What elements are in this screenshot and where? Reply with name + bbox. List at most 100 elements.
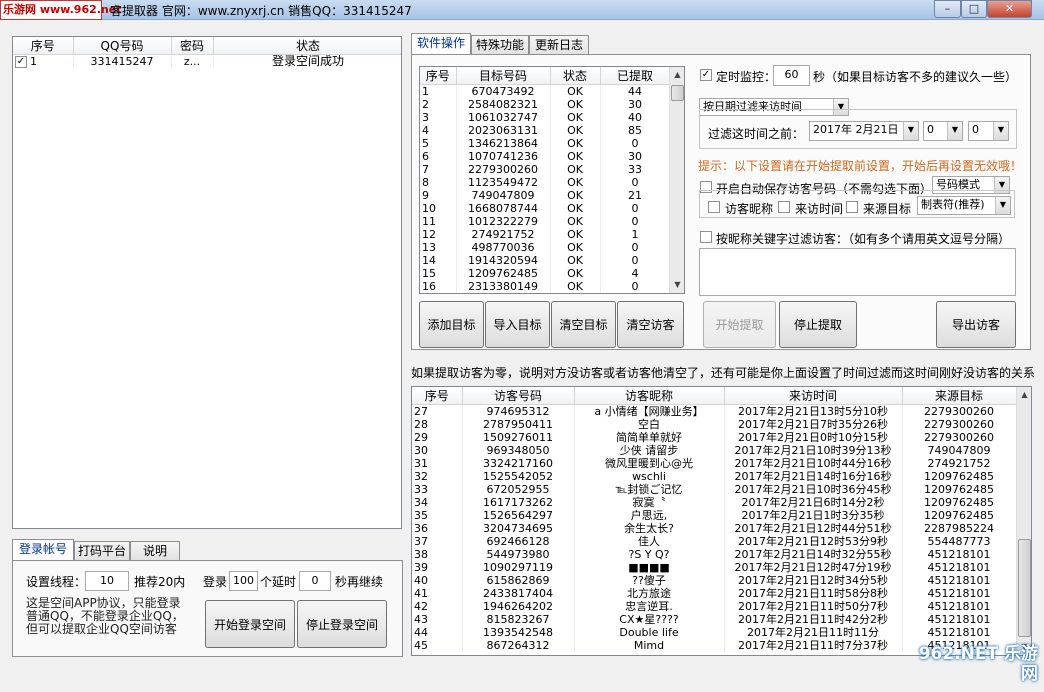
visit-time-checkbox[interactable] <box>778 201 790 213</box>
table-row[interactable]: 6 1070741236 OK 30 <box>420 150 671 163</box>
table-row[interactable]: 43 815823267 CX★星???? 2017年2月21日11时42分2秒 451… <box>412 613 1017 626</box>
table-row[interactable]: 29 1509276011 简简单单就好 2017年2月21日0时10分15秒 2279… <box>412 431 1017 444</box>
clear-visitor-button[interactable]: 清空访客 <box>617 301 684 348</box>
scroll-thumb[interactable] <box>671 85 684 101</box>
table-row[interactable]: 12 274921752 OK 1 <box>420 228 671 241</box>
table-row[interactable]: 8 1123549472 OK 0 <box>420 176 671 189</box>
target-scrollbar[interactable]: ▲ ▼ <box>669 67 684 293</box>
table-row[interactable]: 13 498770036 OK 0 <box>420 241 671 254</box>
tab-update-log[interactable]: 更新日志 <box>529 35 589 55</box>
table-row[interactable]: 38 544973980 ?S Y Q? 2017年2月21日14时32分55秒 451… <box>412 548 1017 561</box>
tab-software-operation[interactable]: 软件操作 <box>411 33 471 55</box>
table-row[interactable]: 33 672052955 ℡封锁ご记忆 2017年2月21日10时36分45秒 1209… <box>412 483 1017 496</box>
target-column-header[interactable]: 状态 <box>550 67 601 85</box>
tab-login-account[interactable]: 登录帐号 <box>12 539 74 561</box>
account-checkbox[interactable]: ✓ <box>15 56 27 68</box>
table-row[interactable]: 5 1346213864 OK 0 <box>420 137 671 150</box>
export-visitor-button[interactable]: 导出访客 <box>936 301 1016 348</box>
table-row[interactable]: 2 2584082321 OK 30 <box>420 98 671 111</box>
scroll-up-icon[interactable]: ▲ <box>1017 387 1031 402</box>
scroll-up-icon[interactable]: ▲ <box>670 67 684 82</box>
clear-target-button[interactable]: 清空目标 <box>551 301 616 348</box>
import-target-button[interactable]: 导入目标 <box>485 301 550 348</box>
visitor-list[interactable]: 序号 访客号码 访客昵称 来访时间 来源目标 27 974695312 a 小情绪【网赚业务… <box>411 386 1032 656</box>
table-row[interactable]: 15 1209762485 OK 4 <box>420 267 671 280</box>
visitor-source-cell: 451218101 <box>902 574 1017 587</box>
stop-extract-button[interactable]: 停止提取 <box>779 301 857 348</box>
minimize-button[interactable]: – <box>934 0 961 18</box>
table-row[interactable]: 4 2023063131 OK 85 <box>420 124 671 137</box>
close-button[interactable]: ✕ <box>987 0 1032 18</box>
table-row[interactable]: 34 1617173262 寂寞〝 2017年2月21日6时14分2秒 12097624… <box>412 496 1017 509</box>
table-row[interactable]: 7 2279300260 OK 33 <box>420 163 671 176</box>
target-list[interactable]: 序号 目标号码 状态 已提取 1 670473492 OK 44 2 2584082321 OK 3… <box>419 66 685 294</box>
table-row[interactable]: 3 1061032747 OK 40 <box>420 111 671 124</box>
stop-login-button[interactable]: 停止登录空间 <box>297 600 387 648</box>
scroll-down-icon[interactable]: ▼ <box>670 277 684 292</box>
table-row[interactable]: 37 692466128 佳人 2017年2月21日12时53分9秒 554487773 <box>412 535 1017 548</box>
target-column-header[interactable]: 序号 <box>420 67 457 85</box>
table-row[interactable]: 44 1393542548 Double life 2017年2月21日11时11分 4… <box>412 626 1017 639</box>
visitor-scrollbar[interactable]: ▲ ▼ <box>1016 387 1031 655</box>
table-row[interactable]: 30 969348050 少侠 请留步 2017年2月21日10时39分13秒 7490… <box>412 444 1017 457</box>
maximize-button[interactable]: □ <box>961 0 987 18</box>
table-row[interactable]: 32 1525542052 wschli 2017年2月21日14时16分16秒 120… <box>412 470 1017 483</box>
scroll-thumb[interactable] <box>1018 539 1031 637</box>
nickname-checkbox[interactable] <box>708 201 720 213</box>
filter-minute-select[interactable]: 0 ▼ <box>968 121 1009 141</box>
tab-special-functions[interactable]: 特殊功能 <box>471 35 529 55</box>
monitor-input[interactable]: 60 <box>773 65 810 86</box>
table-row[interactable]: 36 3204734695 余生太长? 2017年2月21日12时44分51秒 2287… <box>412 522 1017 535</box>
separator-select[interactable]: 制表符(推荐) ▼ <box>917 196 1011 215</box>
login-count-input[interactable]: 100 <box>229 571 258 591</box>
account-column-header[interactable]: 序号 <box>13 37 74 55</box>
visitor-number-cell: 867264312 <box>462 639 575 652</box>
table-row[interactable]: 16 2313380149 OK 0 <box>420 280 671 293</box>
add-target-button[interactable]: 添加目标 <box>419 301 484 348</box>
visitor-column-header[interactable]: 访客昵称 <box>574 387 725 405</box>
table-row[interactable]: 41 2433817404 北方旅途 2017年2月21日11时58分8秒 451218… <box>412 587 1017 600</box>
table-row[interactable]: 42 1946264202 忠言逆耳. 2017年2月21日11时50分7秒 45121… <box>412 600 1017 613</box>
keyword-filter-checkbox[interactable] <box>700 231 712 243</box>
visitor-column-header[interactable]: 序号 <box>412 387 463 405</box>
table-row[interactable]: ✓ 1 331415247 z... 登录空间成功 <box>13 54 401 68</box>
table-row[interactable]: 1 670473492 OK 44 <box>420 84 671 98</box>
target-status-cell: OK <box>550 150 601 163</box>
delay-input[interactable]: 0 <box>299 571 331 591</box>
keyword-textarea[interactable] <box>699 248 1016 296</box>
tab-captcha-platform[interactable]: 打码平台 <box>74 541 130 561</box>
tab-help[interactable]: 说明 <box>130 541 180 561</box>
filter-date-picker[interactable]: 2017年 2月21日 ▼ <box>809 121 919 141</box>
source-target-checkbox[interactable] <box>846 201 858 213</box>
target-column-header[interactable]: 目标号码 <box>456 67 551 85</box>
account-column-header[interactable]: 状态 <box>213 37 401 55</box>
table-row[interactable]: 40 615862869 ??傻子 2017年2月21日12时34分5秒 4512181… <box>412 574 1017 587</box>
info-line: 如果提取访客为零，说明对方没访客或者访客他清空了，还有可能是你上面设置了时间过滤… <box>411 366 1036 380</box>
account-list[interactable]: 序号 QQ号码 密码 状态 ✓ 1 331415247 z... 登录空间成功 <box>12 36 402 529</box>
filter-hour-select[interactable]: 0 ▼ <box>923 121 963 141</box>
account-column-header[interactable]: QQ号码 <box>73 37 172 55</box>
target-extracted-cell: 0 <box>600 202 671 215</box>
table-row[interactable]: 11 1012322279 OK 0 <box>420 215 671 228</box>
table-row[interactable]: 39 1090297119 ■■■■ 2017年2月21日12时47分19秒 45121… <box>412 561 1017 574</box>
table-row[interactable]: 31 3324217160 微风里暖到心@光 2017年2月21日10时44分16秒 2… <box>412 457 1017 470</box>
table-row[interactable]: 9 749047809 OK 21 <box>420 189 671 202</box>
account-column-header[interactable]: 密码 <box>171 37 214 55</box>
visitor-index-cell: 41 <box>412 587 463 600</box>
visitor-column-header[interactable]: 来访时间 <box>724 387 903 405</box>
threads-input[interactable]: 10 <box>85 571 129 591</box>
monitor-checkbox[interactable]: ✓ <box>700 69 712 81</box>
target-index-cell: 2 <box>420 98 457 111</box>
visitor-number-cell: 672052955 <box>462 483 575 496</box>
start-extract-button[interactable]: 开始提取 <box>703 301 776 348</box>
visitor-column-header[interactable]: 访客号码 <box>462 387 575 405</box>
table-row[interactable]: 10 1668078744 OK 0 <box>420 202 671 215</box>
start-login-button[interactable]: 开始登录空间 <box>205 600 295 648</box>
table-row[interactable]: 14 1914320594 OK 0 <box>420 254 671 267</box>
table-row[interactable]: 28 2787950411 空白 2017年2月21日7时35分26秒 22793002… <box>412 418 1017 431</box>
target-column-header[interactable]: 已提取 <box>600 67 671 85</box>
table-row[interactable]: 27 974695312 a 小情绪【网赚业务】 2017年2月21日13时5分10秒… <box>412 404 1017 418</box>
table-row[interactable]: 35 1526564297 户思远, 2017年2月21日1时3分35秒 1209762… <box>412 509 1017 522</box>
visitor-column-header[interactable]: 来源目标 <box>902 387 1017 405</box>
visitor-source-cell: 451218101 <box>902 587 1017 600</box>
